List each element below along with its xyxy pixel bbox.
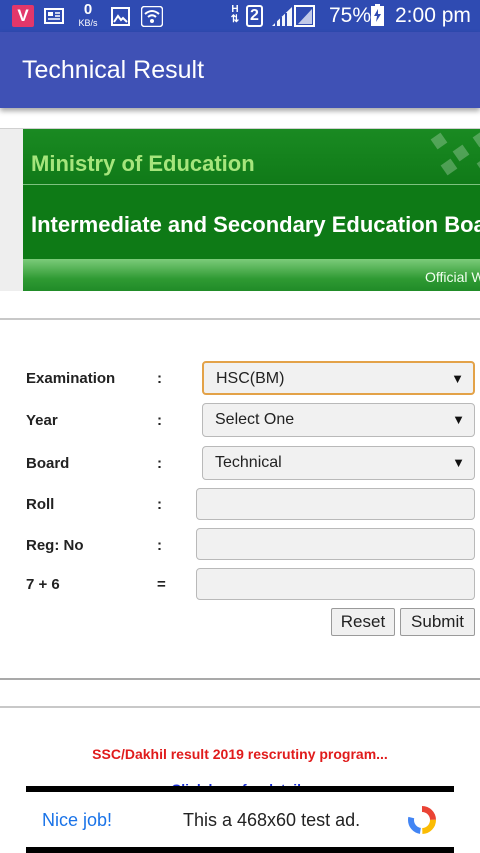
app-screen: V 0 KB/s H ⇅ 2 75% 2:00 pm Technical Res… bbox=[0, 0, 480, 853]
banner-stripe bbox=[23, 259, 480, 291]
year-label: Year bbox=[26, 412, 58, 429]
dropdown-arrow-icon: ▼ bbox=[452, 455, 465, 470]
data-arrows-icon: ⇅ bbox=[230, 14, 240, 25]
roll-label: Roll bbox=[26, 496, 55, 513]
year-separator: : bbox=[157, 412, 162, 429]
newspaper-icon bbox=[44, 6, 64, 26]
reg-no-separator: : bbox=[157, 537, 162, 554]
wifi-icon bbox=[141, 6, 163, 27]
examination-label: Examination bbox=[26, 370, 116, 387]
board-separator: : bbox=[157, 455, 162, 472]
banner-container: Ministry of Education Intermediate and S… bbox=[0, 128, 480, 291]
ad-test-text: This a 468x60 test ad. bbox=[183, 810, 361, 830]
board-label: Board bbox=[26, 455, 70, 472]
year-select[interactable]: Select One ▼ bbox=[202, 403, 475, 437]
reg-no-label: Reg: No bbox=[26, 537, 84, 554]
result-form: Examination : HSC(BM) ▼ Year : Select On… bbox=[0, 318, 480, 680]
sim-slot-icon: 2 bbox=[246, 5, 263, 27]
clock: 2:00 pm bbox=[395, 4, 471, 27]
banner-decoration-icon bbox=[430, 130, 480, 176]
board-heading: Intermediate and Secondary Education Boa… bbox=[31, 212, 480, 237]
ad-nice-job: Nice job! bbox=[42, 810, 113, 830]
signal-strength-icon bbox=[270, 5, 316, 27]
dropdown-arrow-icon: ▼ bbox=[452, 412, 465, 427]
network-type-icon: H ⇅ bbox=[230, 4, 240, 26]
ad-content: Nice job! This a 468x60 test ad. bbox=[26, 792, 454, 847]
submit-button[interactable]: Submit bbox=[400, 608, 475, 636]
ad-banner[interactable]: Nice job! This a 468x60 test ad. bbox=[26, 786, 454, 853]
examination-separator: : bbox=[157, 370, 162, 387]
status-bar: V 0 KB/s H ⇅ 2 75% 2:00 pm bbox=[0, 0, 480, 32]
gallery-icon bbox=[111, 7, 130, 26]
reg-no-input[interactable] bbox=[196, 528, 475, 560]
roll-input[interactable] bbox=[196, 488, 475, 520]
examination-select[interactable]: HSC(BM) ▼ bbox=[202, 361, 475, 395]
v-app-icon: V bbox=[12, 5, 34, 27]
board-value: Technical bbox=[215, 454, 282, 471]
captcha-separator: = bbox=[157, 576, 166, 593]
board-select[interactable]: Technical ▼ bbox=[202, 446, 475, 480]
battery-percent: 75% bbox=[329, 4, 372, 27]
battery-charging-icon bbox=[371, 4, 384, 26]
education-board-banner: Ministry of Education Intermediate and S… bbox=[23, 129, 480, 291]
examination-value: HSC(BM) bbox=[216, 370, 285, 387]
year-value: Select One bbox=[215, 411, 295, 428]
captcha-label: 7 + 6 bbox=[26, 576, 60, 593]
app-bar: Technical Result bbox=[0, 32, 480, 108]
network-speed-unit: KB/s bbox=[78, 18, 98, 28]
rescrutiny-notice: SSC/Dakhil result 2019 rescrutiny progra… bbox=[92, 746, 388, 762]
page-title: Technical Result bbox=[22, 56, 205, 84]
network-speed-indicator: 0 KB/s bbox=[76, 1, 100, 30]
roll-separator: : bbox=[157, 496, 162, 513]
official-website-text: Official W bbox=[425, 269, 480, 285]
ad-logo-icon bbox=[408, 806, 436, 834]
network-speed-value: 0 bbox=[83, 1, 93, 18]
ministry-heading: Ministry of Education bbox=[31, 151, 255, 176]
dropdown-arrow-icon: ▼ bbox=[451, 371, 464, 386]
captcha-input[interactable] bbox=[196, 568, 475, 600]
reset-button[interactable]: Reset bbox=[331, 608, 395, 636]
